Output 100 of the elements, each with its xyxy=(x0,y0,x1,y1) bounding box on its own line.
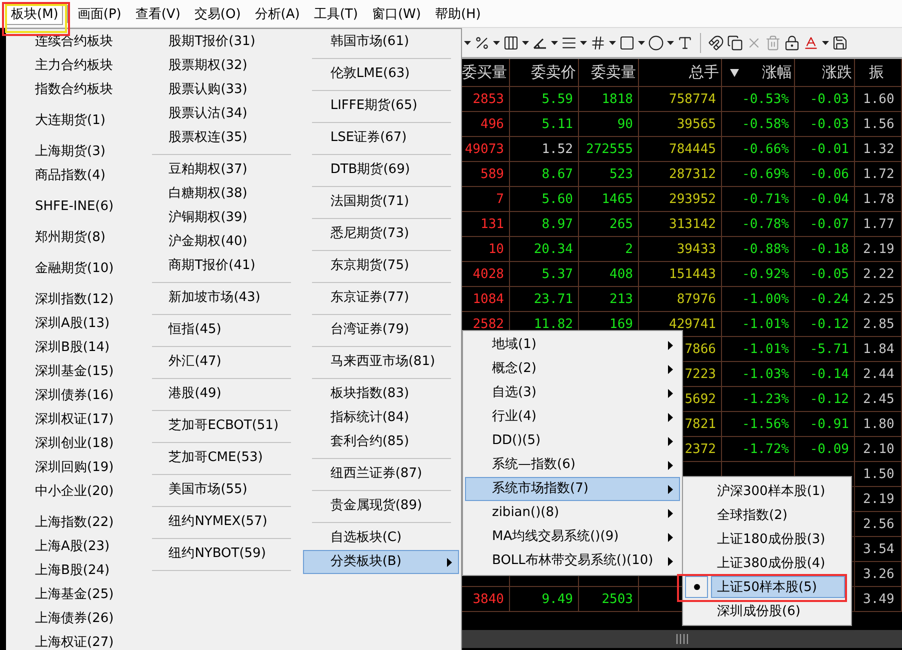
circle-icon[interactable] xyxy=(648,34,664,50)
menu-item[interactable]: 纽约NYBOT(59) xyxy=(154,542,300,566)
menu-item[interactable]: 上证50样本股(5) xyxy=(711,576,845,598)
caret-icon[interactable] xyxy=(522,40,529,44)
menu-item[interactable]: MA均线交易系统()(9) xyxy=(465,525,680,549)
menu-item[interactable]: 韩国市场(61) xyxy=(303,30,460,54)
menu-item[interactable]: LSE证券(67) xyxy=(303,126,460,150)
horizontal-scrollbar[interactable] xyxy=(462,630,902,648)
caret-icon[interactable] xyxy=(464,40,471,44)
magnet-icon[interactable] xyxy=(708,34,724,50)
menu-item[interactable]: 股票权连(35) xyxy=(154,126,300,150)
menu-item[interactable]: 上证380成份股(4) xyxy=(711,552,845,574)
menu-item[interactable]: 大连期货(1) xyxy=(8,109,150,133)
menu-item[interactable]: 港股(49) xyxy=(154,382,300,406)
caret-icon[interactable] xyxy=(580,40,587,44)
menu-item[interactable]: 深圳成份股(6) xyxy=(711,600,845,622)
caret-icon[interactable] xyxy=(551,40,558,44)
menu-item[interactable]: 深圳债券(16) xyxy=(8,384,150,408)
menu-item[interactable]: 系统市场指数(7) xyxy=(465,477,680,501)
menu-item[interactable]: 上海期货(3) xyxy=(8,140,150,164)
column-header[interactable]: 涨幅 xyxy=(722,59,795,86)
percent-icon[interactable] xyxy=(474,34,490,50)
menu-item[interactable]: 股期T报价(31) xyxy=(154,30,300,54)
menu-item[interactable]: 上海B股(24) xyxy=(8,559,150,583)
menu-item[interactable]: LIFFE期货(65) xyxy=(303,94,460,118)
menu-item[interactable]: 悉尼期货(73) xyxy=(303,222,460,246)
menu-item[interactable]: 上海权证(27) xyxy=(8,631,150,650)
menu-item[interactable]: DTB期货(69) xyxy=(303,158,460,182)
menu-item[interactable]: 套利合约(85) xyxy=(303,430,460,454)
menu-item[interactable]: 深圳指数(12) xyxy=(8,288,150,312)
menu-item[interactable]: 台湾证券(79) xyxy=(303,318,460,342)
column-header[interactable]: 委卖量 xyxy=(579,59,639,86)
menu-item[interactable]: 深圳回购(19) xyxy=(8,456,150,480)
menu-item[interactable]: BOLL布林带交易系统()(10) xyxy=(465,549,680,573)
menu-item[interactable]: 指数合约板块 xyxy=(8,78,150,102)
menu-item[interactable]: 主力合约板块 xyxy=(8,54,150,78)
menu-bar-item[interactable]: 查看(V) xyxy=(130,2,186,24)
caret-icon[interactable] xyxy=(667,40,674,44)
caret-icon[interactable] xyxy=(493,40,500,44)
column-header[interactable]: 总手 xyxy=(639,59,722,86)
column-header[interactable]: 委卖价 xyxy=(510,59,579,86)
menu-item[interactable]: 美国市场(55) xyxy=(154,478,300,502)
copy-icon[interactable] xyxy=(727,34,743,50)
menu-item[interactable]: 深圳A股(13) xyxy=(8,312,150,336)
square-icon[interactable] xyxy=(619,34,635,50)
menu-item[interactable]: 外汇(47) xyxy=(154,350,300,374)
menu-item[interactable]: 贵金属现货(89) xyxy=(303,494,460,518)
menu-bar-item[interactable]: 交易(O) xyxy=(189,2,246,24)
menu-item[interactable]: 马来西亚市场(81) xyxy=(303,350,460,374)
menu-item[interactable]: 全球指数(2) xyxy=(711,504,845,526)
menu-item[interactable]: 东京证券(77) xyxy=(303,286,460,310)
menu-item[interactable]: 深圳权证(17) xyxy=(8,408,150,432)
menu-bar-item[interactable]: 工具(T) xyxy=(308,2,363,24)
hash-icon[interactable] xyxy=(590,34,606,50)
menu-item[interactable]: 上海债券(26) xyxy=(8,607,150,631)
menu-item[interactable]: 指标统计(84) xyxy=(303,406,460,430)
menu-item[interactable]: 豆粕期权(37) xyxy=(154,158,300,182)
menu-item[interactable]: 深圳基金(15) xyxy=(8,360,150,384)
menu-bar-item[interactable]: 窗口(W) xyxy=(366,2,426,24)
menu-bar-item[interactable]: 画面(P) xyxy=(72,2,126,24)
menu-item[interactable]: 法国期货(71) xyxy=(303,190,460,214)
menu-item[interactable]: 上海基金(25) xyxy=(8,583,150,607)
menu-item[interactable]: 自选板块(C) xyxy=(303,526,460,550)
text-icon[interactable] xyxy=(677,34,693,50)
menu-item[interactable]: 郑州期货(8) xyxy=(8,226,150,250)
caret-icon[interactable] xyxy=(822,40,829,44)
menu-item[interactable]: 深圳创业(18) xyxy=(8,432,150,456)
menu-item[interactable]: 商品指数(4) xyxy=(8,164,150,188)
menu-item[interactable]: 白糖期权(38) xyxy=(154,182,300,206)
menu-item[interactable]: 伦敦LME(63) xyxy=(303,62,460,86)
menu-item[interactable]: 纽西兰证券(87) xyxy=(303,462,460,486)
menu-item[interactable]: 东京期货(75) xyxy=(303,254,460,278)
font-color-icon[interactable] xyxy=(803,34,819,50)
column-header[interactable]: 涨跌 xyxy=(795,59,855,86)
save-icon[interactable] xyxy=(832,34,848,50)
menu-item[interactable]: 股票期权(32) xyxy=(154,54,300,78)
caret-icon[interactable] xyxy=(638,40,645,44)
menu-item[interactable]: 上证180成份股(3) xyxy=(711,528,845,550)
menu-item[interactable]: 纽约NYMEX(57) xyxy=(154,510,300,534)
menu-item[interactable]: 深圳B股(14) xyxy=(8,336,150,360)
menu-item[interactable]: 恒指(45) xyxy=(154,318,300,342)
menu-item[interactable]: 股票认购(33) xyxy=(154,78,300,102)
menu-item[interactable]: SHFE-INE(6) xyxy=(8,195,150,219)
menu-item[interactable]: 分类板块(B) xyxy=(303,550,460,574)
menu-item[interactable]: 沪铜期权(39) xyxy=(154,206,300,230)
menu-item[interactable]: 沪金期权(40) xyxy=(154,230,300,254)
menu-item[interactable]: 中小企业(20) xyxy=(8,480,150,504)
menu-item[interactable]: 上海A股(23) xyxy=(8,535,150,559)
menu-item[interactable]: zibian()(8) xyxy=(465,501,680,525)
column-header[interactable]: 委买量 xyxy=(462,59,510,86)
menu-item[interactable]: 新加坡市场(43) xyxy=(154,286,300,310)
menu-bar-item[interactable]: 帮助(H) xyxy=(430,2,486,24)
menu-item[interactable]: 沪深300样本股(1) xyxy=(711,480,845,502)
menu-bar-item[interactable]: 分析(A) xyxy=(250,2,305,24)
menu-item[interactable]: 板块指数(83) xyxy=(303,382,460,406)
menu-item[interactable]: 芝加哥ECBOT(51) xyxy=(154,414,300,438)
menu-item[interactable]: 芝加哥CME(53) xyxy=(154,446,300,470)
columns-icon[interactable] xyxy=(503,34,519,50)
menu-item[interactable]: 商期T报价(41) xyxy=(154,254,300,278)
menu-item[interactable]: 股票认沽(34) xyxy=(154,102,300,126)
